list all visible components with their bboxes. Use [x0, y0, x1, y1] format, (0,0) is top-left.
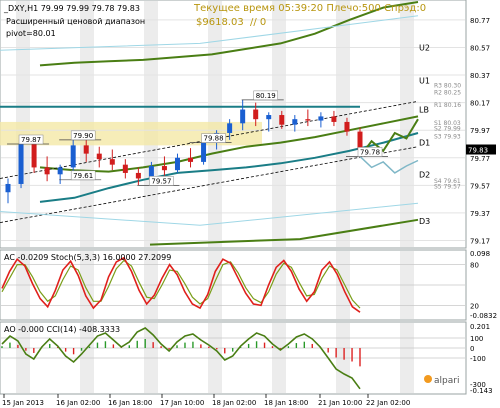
candle-body: [96, 153, 102, 160]
price-tick-label: 80.17: [470, 100, 490, 108]
candle-body: [344, 121, 350, 132]
stochastic-title: AC -0.0209 Stoch(5,3,3) 16.0000 27.2099: [4, 253, 171, 262]
cci-tick-label: -100: [470, 355, 486, 363]
level-label: R1 80.16: [434, 102, 461, 109]
level-label: D2: [419, 170, 430, 179]
candle-body: [83, 145, 89, 154]
level-label: S2 79.99: [434, 125, 461, 132]
trading-chart[interactable]: 79.87 79.90 79.61 79.57 79.88 80.19 79.78 U2 U1…: [0, 0, 500, 408]
candle-body: [135, 172, 141, 179]
candle-body: [266, 115, 272, 120]
level-label: D1: [419, 139, 430, 148]
session-stripe: [400, 1, 414, 247]
alpari-logo-text: alpari: [434, 376, 459, 386]
cci-tick-label: 100: [470, 335, 483, 343]
candle-body: [253, 109, 259, 120]
stoch-tick-label: 20: [470, 302, 479, 310]
time-tick-label: 18 Jan 18:00: [264, 399, 308, 407]
cci-tick-label: 0: [470, 345, 474, 353]
stoch-tick-label: 0.098: [470, 250, 490, 258]
level-label: R2 80.25: [434, 90, 461, 97]
level-label: S3 79.93: [434, 134, 461, 141]
annotation-label: 79.61: [73, 172, 93, 180]
price-tick-label: 79.17: [470, 237, 490, 245]
level-label: U1: [419, 77, 430, 86]
pivot-label: pivot=80.01: [6, 29, 56, 38]
alpari-logo: alpari: [420, 372, 464, 386]
time-tick-label: 17 Jan 10:00: [160, 399, 204, 407]
level-label: S5 79.57: [434, 183, 461, 190]
timer-text: Текущее время 05:39:20 Плечо:500 Спрэд:0: [193, 3, 426, 14]
cci-pane[interactable]: 0.2011000-100-300-0.143 AO -0.000 CCI(14…: [0, 321, 493, 395]
candle-body: [57, 167, 63, 175]
candle-body: [122, 164, 128, 173]
alpari-logo-icon: [424, 375, 432, 383]
annotation-label: 79.78: [360, 148, 380, 156]
price-tick-label: 79.77: [470, 155, 490, 163]
time-tick-label: 15 Jan 2013: [2, 399, 44, 407]
candle-body: [227, 123, 233, 133]
time-tick-label: 21 Jan 10:00: [318, 399, 362, 407]
candle-body: [31, 143, 37, 168]
candle-body: [292, 119, 298, 125]
annotation-label: 80.19: [256, 92, 276, 100]
candle-body: [357, 131, 363, 150]
cci-title: AO -0.000 CCI(14) -408.3333: [4, 325, 120, 334]
price-tick-label: 80.77: [470, 17, 490, 25]
cci-tick-label: 0.201: [470, 323, 490, 331]
candle-body: [5, 183, 11, 193]
candle-body: [174, 157, 180, 171]
cci-tick-label: -0.143: [470, 387, 493, 395]
candle-body: [240, 109, 246, 124]
stoch-tick-label: 80: [470, 262, 479, 270]
current-price-label: 79.83: [468, 147, 488, 155]
stoch-tick-label: -0.0832: [470, 312, 497, 320]
annotation-label: 79.90: [73, 132, 93, 140]
candle-body: [44, 167, 50, 175]
annotation-label: 79.57: [151, 177, 171, 185]
price-tick-label: 79.37: [470, 210, 490, 218]
candle-body: [331, 116, 337, 122]
time-tick-label: 18 Jan 02:00: [212, 399, 256, 407]
price-tick-label: 79.57: [470, 182, 490, 190]
balance-suffix: // 0: [250, 17, 266, 28]
candle-body: [201, 142, 207, 162]
candle-body: [305, 119, 311, 121]
stochastic-pane[interactable]: 0.098 80 20 -0.0832 AC -0.0209 Stoch(5,3,3)…: [0, 249, 497, 321]
candle-body: [109, 159, 115, 165]
balance-text: $9618.03: [196, 17, 244, 28]
annotation-label: 79.88: [204, 135, 224, 143]
level-label: LB: [419, 106, 429, 115]
time-tick-label: 16 Jan 18:00: [108, 399, 152, 407]
price-tick-label: 79.97: [470, 127, 490, 135]
candle-body: [318, 116, 324, 121]
candle-body: [70, 145, 76, 168]
level-label: U2: [419, 43, 430, 52]
time-tick-label: 22 Jan 02:00: [366, 399, 410, 407]
annotation-label: 79.87: [21, 136, 41, 144]
candle-body: [188, 157, 194, 162]
candle-body: [161, 166, 167, 171]
indicator-name: Расширенный ценовой диапазон: [6, 17, 145, 26]
time-tick-label: 16 Jan 02:00: [56, 399, 100, 407]
price-tick-label: 80.57: [470, 44, 490, 52]
price-tick-label: 80.37: [470, 72, 490, 80]
candle-body: [279, 115, 285, 125]
price-pane[interactable]: 79.87 79.90 79.61 79.57 79.88 80.19 79.78 U2 U1…: [0, 0, 496, 249]
level-label: D3: [419, 217, 430, 226]
symbol-line: _DXY,H1 79.99 79.99 79.78 79.83: [3, 4, 140, 13]
candle-body: [18, 143, 24, 184]
